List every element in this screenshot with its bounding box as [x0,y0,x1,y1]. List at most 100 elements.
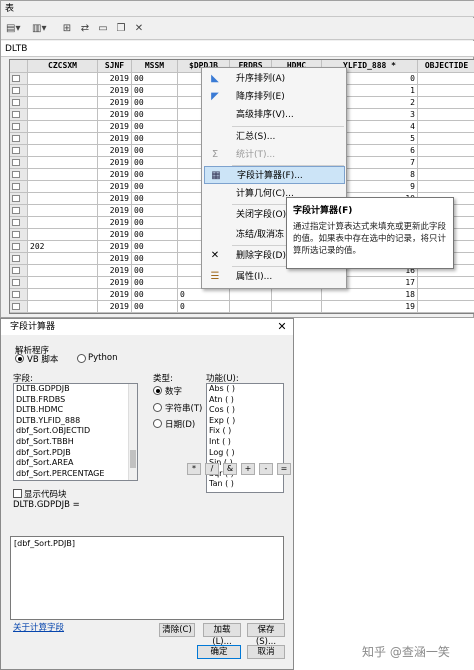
save-button[interactable]: 保存(S)... [247,623,285,647]
row-checkbox[interactable] [12,171,20,178]
row-checkbox[interactable] [12,183,20,190]
vbscript-radio[interactable] [15,354,24,363]
clear-selection-icon[interactable]: ▭ [95,21,111,37]
delete-selection-icon[interactable]: ✕ [131,21,147,37]
row-checkbox[interactable] [12,207,20,214]
row-checkbox[interactable] [12,111,20,118]
menu-item-advanced-sort[interactable]: 高级排序(V)... [204,106,345,124]
row-selector[interactable] [10,181,28,193]
row-checkbox[interactable] [12,219,20,226]
row-checkbox[interactable] [12,159,20,166]
ok-button[interactable]: 确定 [197,645,241,659]
column-header[interactable]: CZCSXM [28,60,98,73]
row-checkbox[interactable] [12,75,20,82]
fields-list[interactable]: DLTB.GDPDJB DLTB.FRDBS DLTB.HDMC DLTB.YLFID… [13,383,138,481]
field-list-item[interactable]: DLTB.YLFID_888 [14,416,137,427]
function-list-item[interactable]: Atn ( ) [207,395,283,406]
menu-item-sort-ascending[interactable]: ◣ 升序排列(A) [204,70,345,88]
row-selector[interactable] [10,169,28,181]
table-options-icon[interactable]: ▤▾ [5,21,21,37]
row-selector[interactable] [10,289,28,301]
scrollbar-thumb[interactable] [130,450,136,468]
field-list-item[interactable]: dbf_Sort.PDJB [14,448,137,459]
function-list-item[interactable]: Log ( ) [207,448,283,459]
row-selector[interactable] [10,205,28,217]
row-checkbox[interactable] [12,267,20,274]
row-selector[interactable] [10,277,28,289]
row-selector[interactable] [10,265,28,277]
row-checkbox[interactable] [12,135,20,142]
type-date-radio[interactable] [153,419,162,428]
operator-divide-button[interactable]: / [205,463,219,475]
operator-minus-button[interactable]: - [259,463,273,475]
cancel-button[interactable]: 取消 [247,645,285,659]
function-list-item[interactable]: Int ( ) [207,437,283,448]
operator-equals-button[interactable]: = [277,463,291,475]
row-selector[interactable] [10,241,28,253]
row-checkbox[interactable] [12,291,20,298]
row-checkbox[interactable] [12,231,20,238]
select-by-attributes-icon[interactable]: ⊞ [59,21,75,37]
python-radio[interactable] [77,354,86,363]
row-selector[interactable] [10,85,28,97]
help-link[interactable]: 关于计算字段 [13,621,64,633]
row-selector[interactable] [10,73,28,85]
column-header[interactable]: MSSM [132,60,178,73]
row-checkbox[interactable] [12,303,20,310]
row-selector[interactable] [10,229,28,241]
menu-item-summarize[interactable]: 汇总(S)... [204,128,345,146]
close-icon[interactable]: ✕ [275,320,289,334]
menu-item-sort-descending[interactable]: ◤ 降序排列(E) [204,88,345,106]
function-list-item[interactable]: Cos ( ) [207,405,283,416]
field-list-item[interactable]: dbf_Sort.PERCENTAGE [14,469,137,480]
show-codeblock-checkbox[interactable] [13,489,22,498]
row-selector[interactable] [10,145,28,157]
row-selector[interactable] [10,121,28,133]
column-header[interactable]: SJNF [98,60,132,73]
menu-item-properties[interactable]: ☰ 属性(I)... [204,268,345,286]
row-selector[interactable] [10,217,28,229]
row-selector[interactable] [10,157,28,169]
row-checkbox[interactable] [12,87,20,94]
clear-button[interactable]: 清除(C) [159,623,195,637]
fields-scrollbar[interactable] [128,384,137,480]
functions-list[interactable]: Abs ( ) Atn ( ) Cos ( ) Exp ( ) Fix ( ) Int (… [206,383,284,493]
field-list-item[interactable]: dbf_Sort.AREA [14,458,137,469]
menu-item-field-calculator[interactable]: ▦ 字段计算器(F)... [204,166,345,184]
type-number-radio[interactable] [153,386,162,395]
type-string-radio[interactable] [153,403,162,412]
expression-textbox[interactable]: [dbf_Sort.PDJB] [10,536,284,620]
row-selector[interactable] [10,109,28,121]
table-name-tab[interactable]: DLTB [1,41,474,57]
row-checkbox[interactable] [12,147,20,154]
copy-selection-icon[interactable]: ❐ [113,21,129,37]
function-list-item[interactable]: Fix ( ) [207,426,283,437]
row-checkbox[interactable] [12,123,20,130]
load-button[interactable]: 加载(L)... [203,623,241,647]
field-list-item[interactable]: dbf_Sort.OBJECTID [14,426,137,437]
row-selector[interactable] [10,133,28,145]
function-list-item[interactable]: Exp ( ) [207,416,283,427]
operator-ampersand-button[interactable]: & [223,463,237,475]
field-list-item[interactable]: dbf_Sort.TBBH [14,437,137,448]
table-cell [418,97,474,109]
row-checkbox[interactable] [12,99,20,106]
related-tables-icon[interactable]: ▥▾ [31,21,47,37]
row-checkbox[interactable] [12,279,20,286]
column-header[interactable]: OBJECTIDE [418,60,474,73]
operator-plus-button[interactable]: + [241,463,255,475]
row-selector[interactable] [10,301,28,313]
field-list-item[interactable]: DLTB.GDPDJB [14,384,137,395]
row-selector[interactable] [10,193,28,205]
function-list-item[interactable]: Abs ( ) [207,384,283,395]
row-selector[interactable] [10,97,28,109]
field-list-item[interactable]: DLTB.HDMC [14,405,137,416]
row-selector[interactable] [10,253,28,265]
row-checkbox[interactable] [12,255,20,262]
operator-multiply-button[interactable]: * [187,463,201,475]
function-list-item[interactable]: Tan ( ) [207,479,283,490]
row-checkbox[interactable] [12,243,20,250]
row-checkbox[interactable] [12,195,20,202]
switch-selection-icon[interactable]: ⇄ [77,21,93,37]
field-list-item[interactable]: DLTB.FRDBS [14,395,137,406]
